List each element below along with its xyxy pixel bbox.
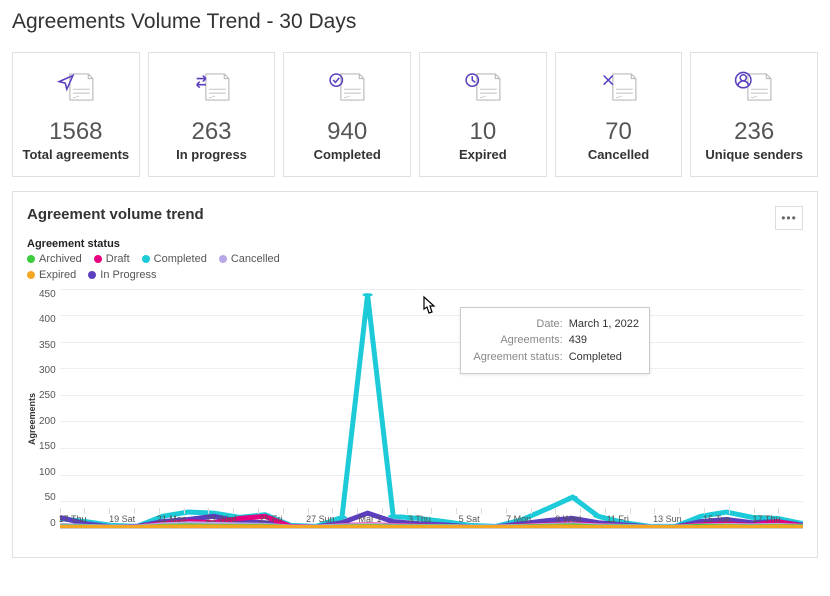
legend-dot-icon <box>27 255 35 263</box>
kpi-value: 1568 <box>49 118 102 147</box>
kpi-card-check[interactable]: 940 Completed <box>283 52 411 177</box>
legend-item[interactable]: Archived <box>27 253 82 265</box>
kpi-value: 236 <box>734 118 774 147</box>
y-tick: 450 <box>39 289 56 300</box>
x-tick: 19 Sat <box>109 508 134 514</box>
kpi-label: Cancelled <box>588 147 649 164</box>
send-icon <box>53 67 99 112</box>
legend-dot-icon <box>27 271 35 279</box>
x-tick: 5 Sat <box>456 508 481 514</box>
y-tick: 100 <box>39 467 56 478</box>
progress-icon <box>189 67 235 112</box>
y-tick: 150 <box>39 441 56 452</box>
kpi-value: 10 <box>470 118 497 147</box>
legend-label: Cancelled <box>231 253 280 265</box>
kpi-label: Unique senders <box>705 147 803 164</box>
kpi-label: In progress <box>176 147 247 164</box>
legend-dot-icon <box>88 271 96 279</box>
x-tick: 9 Wed <box>555 508 580 514</box>
x-tick: 27 Sun <box>308 508 333 514</box>
y-tick: 200 <box>39 416 56 427</box>
x-icon <box>596 67 642 112</box>
x-tick <box>431 508 456 514</box>
kpi-label: Completed <box>314 147 381 164</box>
x-ticks: 17 Thu 19 Sat 21 Mon 23 Wed 25 Fri 27 Sun Mar … <box>60 508 803 528</box>
x-tick: 15 Tue <box>704 508 729 514</box>
kpi-card-x[interactable]: 70 Cancelled <box>555 52 683 177</box>
y-ticks: 450 400 350 300 250 200 150 100 50 0 <box>39 289 60 549</box>
kpi-card-user[interactable]: 236 Unique senders <box>690 52 818 177</box>
y-tick: 350 <box>39 340 56 351</box>
x-tick <box>382 508 407 514</box>
kpi-value: 263 <box>191 118 231 147</box>
line-series <box>60 289 803 528</box>
legend-item[interactable]: In Progress <box>88 269 156 281</box>
chart-title: Agreement volume trend <box>27 206 204 223</box>
legend-label: Completed <box>154 253 207 265</box>
x-tick <box>679 508 704 514</box>
legend-label: Archived <box>39 253 82 265</box>
kpi-card-clock[interactable]: 10 Expired <box>419 52 547 177</box>
y-tick: 300 <box>39 365 56 376</box>
x-tick <box>481 508 506 514</box>
clock-icon <box>460 67 506 112</box>
kpi-card-send[interactable]: 1568 Total agreements <box>12 52 140 177</box>
legend-item[interactable]: Cancelled <box>219 253 280 265</box>
x-tick <box>84 508 109 514</box>
legend-label: Expired <box>39 269 76 281</box>
y-axis-label: Agreements <box>27 393 37 445</box>
legend-item[interactable]: Draft <box>94 253 130 265</box>
x-tick: 11 Fri <box>605 508 630 514</box>
x-tick <box>580 508 605 514</box>
chart-panel: Agreement volume trend ••• Agreement sta… <box>12 191 818 558</box>
x-tick <box>134 508 159 514</box>
plot-area[interactable]: 17 Thu 19 Sat 21 Mon 23 Wed 25 Fri 27 Sun Mar … <box>60 289 803 529</box>
legend-item[interactable]: Expired <box>27 269 76 281</box>
chart-tooltip: Date:March 1, 2022 Agreements:439 Agreem… <box>460 307 650 375</box>
x-tick <box>283 508 308 514</box>
legend-dot-icon <box>94 255 102 263</box>
x-tick: 3 Thu <box>407 508 432 514</box>
legend-dot-icon <box>219 255 227 263</box>
y-tick: 50 <box>39 492 56 503</box>
legend-label: Draft <box>106 253 130 265</box>
x-tick <box>233 508 258 514</box>
chart-area: Agreements 450 400 350 300 250 200 150 100 50 0 1… <box>27 289 803 549</box>
x-tick <box>729 508 754 514</box>
kpi-row: 1568 Total agreements 263 In progress 94… <box>12 52 818 177</box>
kpi-value: 940 <box>327 118 367 147</box>
kpi-value: 70 <box>605 118 632 147</box>
x-tick: Mar 1 <box>357 508 382 514</box>
legend-dot-icon <box>142 255 150 263</box>
x-tick: 21 Mon <box>159 508 184 514</box>
y-tick: 0 <box>39 518 56 529</box>
check-icon <box>324 67 370 112</box>
x-tick: 25 Fri <box>258 508 283 514</box>
x-tick <box>332 508 357 514</box>
legend-title: Agreement status <box>27 238 803 250</box>
legend-item[interactable]: Completed <box>142 253 207 265</box>
kpi-card-progress[interactable]: 263 In progress <box>148 52 276 177</box>
kpi-label: Total agreements <box>22 147 129 164</box>
kpi-label: Expired <box>459 147 507 164</box>
legend-label: In Progress <box>100 269 156 281</box>
y-tick: 250 <box>39 390 56 401</box>
y-tick: 400 <box>39 314 56 325</box>
x-tick <box>531 508 556 514</box>
page-title: Agreements Volume Trend - 30 Days <box>12 10 818 34</box>
legend-items: Archived Draft Completed Cancelled Expired In… <box>27 253 307 281</box>
x-tick <box>778 508 803 514</box>
user-icon <box>731 67 777 112</box>
x-tick: 17 Thu <box>60 508 85 514</box>
x-tick: 13 Sun <box>654 508 679 514</box>
x-tick <box>630 508 655 514</box>
legend: Agreement status Archived Draft Completed C… <box>27 238 803 281</box>
x-tick <box>184 508 209 514</box>
x-tick: 23 Wed <box>208 508 233 514</box>
chart-more-button[interactable]: ••• <box>775 206 803 230</box>
x-tick: 17 Thu <box>754 508 779 514</box>
x-tick: 7 Mon <box>506 508 531 514</box>
